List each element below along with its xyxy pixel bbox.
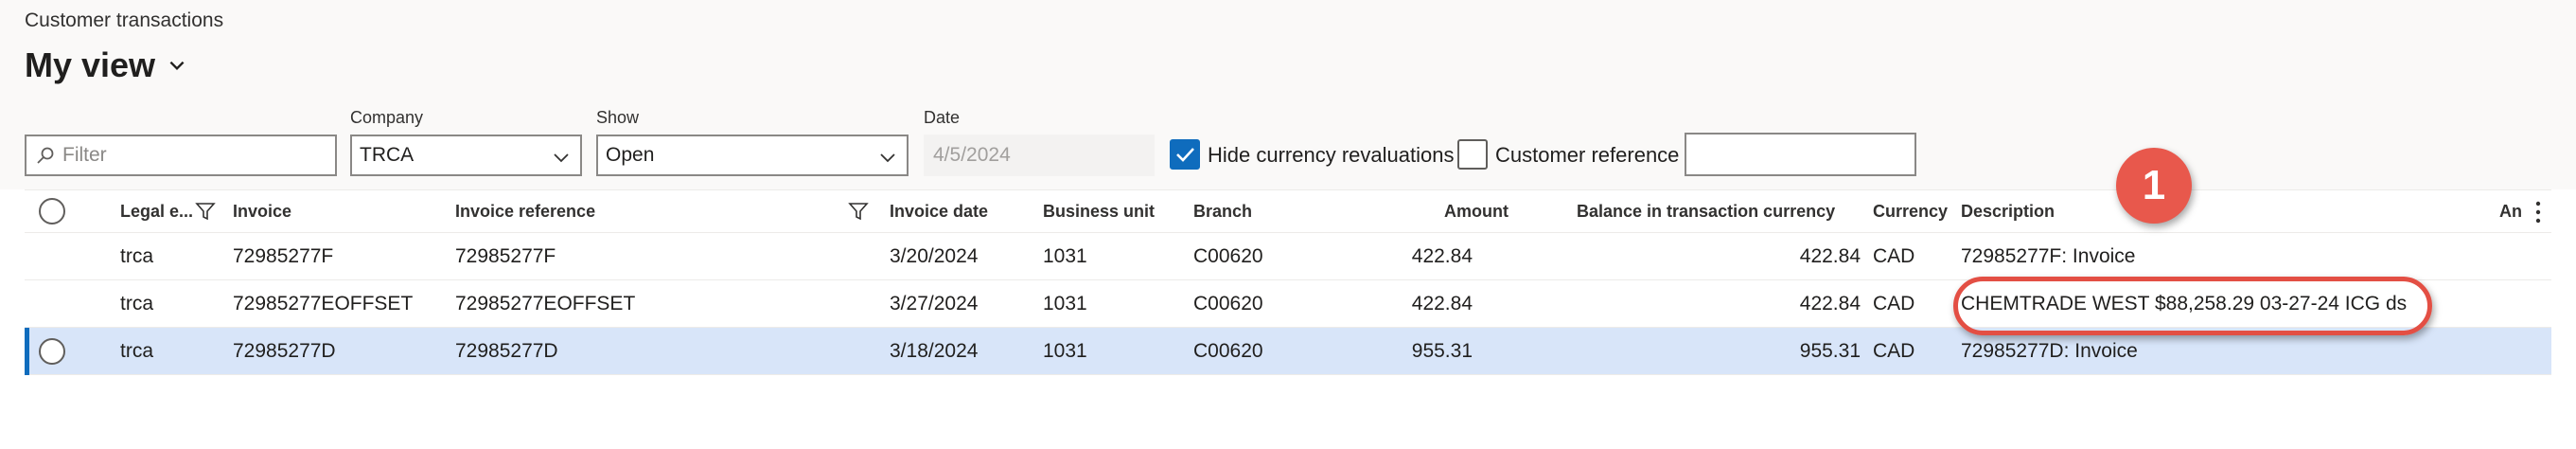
checkmark-icon <box>1176 148 1194 162</box>
cell-invoice-reference: 72985277F <box>455 245 556 267</box>
cell-invoice[interactable]: 72985277F <box>233 245 333 268</box>
more-vertical-icon[interactable] <box>2534 200 2542 224</box>
cell-invoice-date: 3/20/2024 <box>890 245 979 267</box>
cell-invoice-date: 3/27/2024 <box>890 293 979 314</box>
filter-funnel-icon[interactable] <box>848 201 869 222</box>
date-label: Date <box>924 108 961 127</box>
column-header-currency[interactable]: Currency <box>1873 202 1948 222</box>
cell-balance: 955.31 <box>1799 340 1861 362</box>
select-all-radio[interactable] <box>39 198 65 224</box>
chevron-down-icon <box>880 153 895 163</box>
cell-balance: 422.84 <box>1799 245 1861 267</box>
view-selector[interactable]: My view <box>25 45 187 85</box>
cell-legal-entity: trca <box>120 245 154 267</box>
company-select[interactable]: TRCA <box>350 135 582 176</box>
cell-description: 72985277D: Invoice <box>1961 340 2138 362</box>
cell-invoice-date: 3/18/2024 <box>890 340 979 362</box>
cell-business-unit: 1031 <box>1043 245 1087 267</box>
company-label: Company <box>350 108 424 127</box>
hide-currency-checkbox[interactable] <box>1170 139 1200 170</box>
customer-reference-label: Customer reference <box>1495 143 1680 167</box>
cell-description: CHEMTRADE WEST $88,258.29 03-27-24 ICG d… <box>1961 293 2408 314</box>
cell-invoice-reference: 72985277D <box>455 340 558 362</box>
column-header-amount[interactable]: Amount <box>1444 202 1567 222</box>
cell-legal-entity: trca <box>120 340 154 362</box>
column-header-business-unit[interactable]: Business unit <box>1043 202 1155 222</box>
chevron-down-icon <box>554 153 569 163</box>
company-value: TRCA <box>360 144 415 166</box>
table-row[interactable]: trca 72985277F 72985277F 3/20/2024 1031 … <box>25 233 2551 280</box>
cell-invoice[interactable]: 72985277D <box>233 340 336 363</box>
filter-input[interactable]: Filter <box>25 135 337 176</box>
cell-invoice[interactable]: 72985277EOFFSET <box>233 293 413 315</box>
cell-currency: CAD <box>1873 293 1915 314</box>
column-header-invoice-date[interactable]: Invoice date <box>890 202 988 222</box>
cell-currency: CAD <box>1873 245 1915 267</box>
breadcrumb: Customer transactions <box>25 9 224 31</box>
filter-funnel-icon[interactable] <box>195 201 216 222</box>
cell-amount: 422.84 <box>1411 293 1473 314</box>
cell-invoice-reference: 72985277EOFFSET <box>455 293 636 314</box>
filter-placeholder: Filter <box>62 144 107 166</box>
column-header-truncated[interactable]: An <box>2499 202 2522 222</box>
cell-description: 72985277F: Invoice <box>1961 245 2136 267</box>
search-icon <box>37 147 54 164</box>
row-select-radio[interactable] <box>39 338 65 365</box>
show-label: Show <box>596 108 640 127</box>
cell-legal-entity: trca <box>120 293 154 314</box>
show-value: Open <box>606 144 655 166</box>
customer-reference-input[interactable] <box>1685 133 1916 176</box>
date-value: 4/5/2024 <box>933 144 1011 166</box>
cell-amount: 955.31 <box>1411 340 1473 362</box>
date-field: 4/5/2024 <box>924 135 1155 176</box>
column-header-invoice-reference[interactable]: Invoice reference <box>455 202 595 222</box>
cell-business-unit: 1031 <box>1043 340 1087 362</box>
column-header-invoice[interactable]: Invoice <box>233 202 291 222</box>
cell-branch: C00620 <box>1193 293 1263 314</box>
annotation-badge: 1 <box>2116 148 2192 224</box>
cell-business-unit: 1031 <box>1043 293 1087 314</box>
column-header-branch[interactable]: Branch <box>1193 202 1252 222</box>
table-row[interactable]: trca 72985277EOFFSET 72985277EOFFSET 3/2… <box>25 280 2551 328</box>
cell-currency: CAD <box>1873 340 1915 362</box>
column-header-legal-entity[interactable]: Legal e... <box>120 202 193 222</box>
show-select[interactable]: Open <box>596 135 909 176</box>
chevron-down-icon <box>169 61 185 71</box>
customer-reference-checkbox[interactable] <box>1457 139 1488 170</box>
column-header-description[interactable]: Description <box>1961 202 2055 222</box>
page-title: My view <box>25 45 156 84</box>
cell-balance: 422.84 <box>1799 293 1861 314</box>
hide-currency-label: Hide currency revaluations <box>1208 143 1455 167</box>
table-row-selected[interactable]: trca 72985277D 72985277D 3/18/2024 1031 … <box>25 328 2551 375</box>
column-header-balance[interactable]: Balance in transaction currency <box>1577 202 1861 222</box>
cell-branch: C00620 <box>1193 245 1263 267</box>
cell-amount: 422.84 <box>1411 245 1473 267</box>
cell-branch: C00620 <box>1193 340 1263 362</box>
